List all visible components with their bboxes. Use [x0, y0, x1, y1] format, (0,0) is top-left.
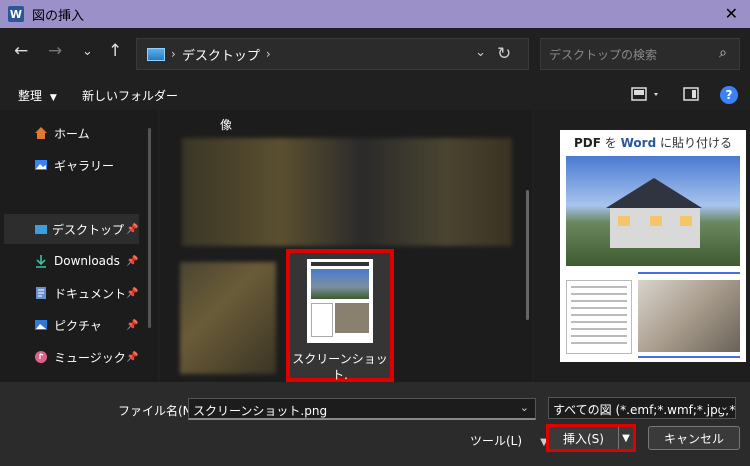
sidebar-item-label: ギャラリー [54, 158, 115, 173]
word-app-icon: W [8, 6, 24, 22]
tools-label: ツール(L) [470, 434, 523, 448]
pin-icon[interactable]: 📌 [126, 288, 138, 299]
recent-locations-chevron-icon[interactable]: ⌄ [82, 44, 93, 59]
house-window [680, 216, 692, 226]
house-roof [606, 178, 702, 208]
pin-icon[interactable]: 📌 [126, 224, 138, 235]
sidebar-scrollbar[interactable] [148, 128, 151, 328]
preview-title-pdf: PDF [574, 136, 601, 150]
sidebar-item-label: ドキュメント [54, 286, 127, 301]
organize-menu[interactable]: 整理 ▼ [18, 87, 57, 104]
sidebar-item-label: Downloads [54, 254, 120, 268]
file-caption: 像 [220, 118, 233, 132]
sidebar-item-label: デスクトップ [52, 222, 125, 237]
preview-pane: PDF を Word に貼り付ける [534, 110, 750, 382]
sidebar-item-documents[interactable]: ドキュメント 📌 [0, 278, 140, 308]
music-icon [35, 351, 47, 363]
cancel-button[interactable]: キャンセル [648, 426, 740, 450]
back-arrow-icon[interactable]: ← [14, 41, 28, 61]
new-folder-button[interactable]: 新しいフォルダー [82, 87, 178, 104]
breadcrumb-separator-icon[interactable]: › [266, 47, 271, 61]
insert-button-label[interactable]: 挿入(S) [549, 427, 619, 449]
selected-file-item[interactable]: スクリーンショット. png [286, 249, 394, 382]
preview-pane-icon [683, 87, 699, 101]
sidebar-item-label: ピクチャ [54, 318, 102, 333]
address-bar[interactable]: › デスクトップ › ⌄ [136, 38, 529, 70]
house-window [650, 216, 662, 226]
desktop-folder-icon [147, 47, 165, 61]
filename-input[interactable]: スクリーンショット.png ⌄ [188, 398, 536, 420]
preview-divider [638, 272, 740, 274]
insert-options-dropdown-icon[interactable]: ▼ [619, 427, 633, 449]
breadcrumb-location[interactable]: デスクトップ [182, 45, 260, 64]
command-toolbar: 整理 ▼ 新しいフォルダー [0, 84, 750, 108]
address-dropdown-chevron-icon[interactable]: ⌄ [475, 45, 486, 60]
house-body [610, 208, 700, 248]
view-layout-icon [631, 87, 658, 101]
navigation-pane: ホーム ギャラリー デスクトップ 📌 Downloads 📌 ドキュメント 📌 … [0, 110, 158, 382]
refresh-icon[interactable]: ↻ [497, 44, 511, 64]
organize-dropdown-icon: ▼ [49, 93, 57, 103]
pin-icon[interactable]: 📌 [126, 352, 138, 363]
search-icon: ⌕ [719, 45, 727, 61]
desktop-icon [35, 225, 47, 234]
preview-house-image [566, 156, 740, 266]
sidebar-item-downloads[interactable]: Downloads 📌 [0, 246, 140, 276]
preview-document: PDF を Word に貼り付ける [560, 130, 746, 362]
bottom-panel [0, 382, 750, 466]
search-box[interactable]: デスクトップの検索 ⌕ [540, 38, 740, 70]
tools-menu[interactable]: ツール(L) ▼ [470, 432, 548, 449]
file-thumbnail[interactable] [180, 262, 276, 374]
selected-file-name: スクリーンショット. png [290, 351, 390, 382]
picture-icon [35, 320, 47, 330]
organize-label: 整理 [18, 89, 43, 103]
pin-icon[interactable]: 📌 [126, 320, 138, 331]
search-placeholder: デスクトップの検索 [549, 47, 658, 62]
sidebar-item-desktop[interactable]: デスクトップ 📌 [4, 214, 139, 244]
sidebar-item-label: ミュージック [54, 350, 126, 365]
sidebar-item-pictures[interactable]: ピクチャ 📌 [0, 310, 140, 340]
preview-title-wo: を [600, 136, 621, 150]
preview-pane-button[interactable] [683, 86, 701, 108]
close-icon[interactable]: ✕ [725, 4, 738, 23]
document-icon [36, 287, 46, 299]
download-icon [36, 255, 46, 268]
filename-dropdown-chevron-icon[interactable]: ⌄ [520, 401, 529, 414]
preview-divider [638, 356, 740, 358]
sidebar-item-label: ホーム [54, 126, 90, 141]
title-bar: W 図の挿入 ✕ [0, 0, 750, 28]
filetype-value: すべての図 (*.emf;*.wmf;*.jpg;*.jp [553, 403, 736, 417]
help-icon[interactable]: ? [720, 86, 738, 104]
preview-room-image [638, 280, 740, 352]
view-options-button[interactable] [630, 86, 662, 108]
house-window [618, 216, 630, 226]
insert-picture-dialog: W 図の挿入 ✕ ← → ⌄ ↑ › デスクトップ › ⌄ ↻ デスクトップの検… [0, 0, 750, 466]
preview-title-word: Word [620, 136, 657, 150]
preview-title-rest: に貼り付ける [656, 136, 732, 150]
forward-arrow-icon[interactable]: → [48, 41, 62, 61]
file-thumbnail[interactable] [182, 138, 512, 246]
file-list-scrollbar[interactable] [526, 190, 529, 320]
sidebar-item-home[interactable]: ホーム [0, 118, 140, 148]
selected-file-name-line1: スクリーンショット. [292, 352, 388, 382]
sidebar-item-music[interactable]: ミュージック 📌 [0, 342, 140, 372]
home-icon [35, 127, 47, 139]
filetype-select[interactable]: すべての図 (*.emf;*.wmf;*.jpg;*.jp ⌄ [548, 397, 736, 419]
file-list: 像 スクリーンショット. png [160, 110, 532, 382]
sidebar-item-gallery[interactable]: ギャラリー [0, 150, 140, 180]
insert-button[interactable]: 挿入(S) ▼ [546, 424, 636, 452]
pin-icon[interactable]: 📌 [126, 256, 138, 267]
filetype-dropdown-chevron-icon[interactable]: ⌄ [719, 400, 729, 413]
window-title: 図の挿入 [32, 8, 85, 24]
preview-text-column [566, 280, 632, 354]
selected-file-thumbnail [307, 259, 373, 343]
filename-value: スクリーンショット.png [193, 404, 328, 418]
preview-title: PDF を Word に貼り付ける [560, 134, 746, 151]
breadcrumb-separator-icon: › [171, 47, 176, 61]
gallery-icon [35, 160, 47, 170]
up-arrow-icon[interactable]: ↑ [108, 41, 122, 61]
